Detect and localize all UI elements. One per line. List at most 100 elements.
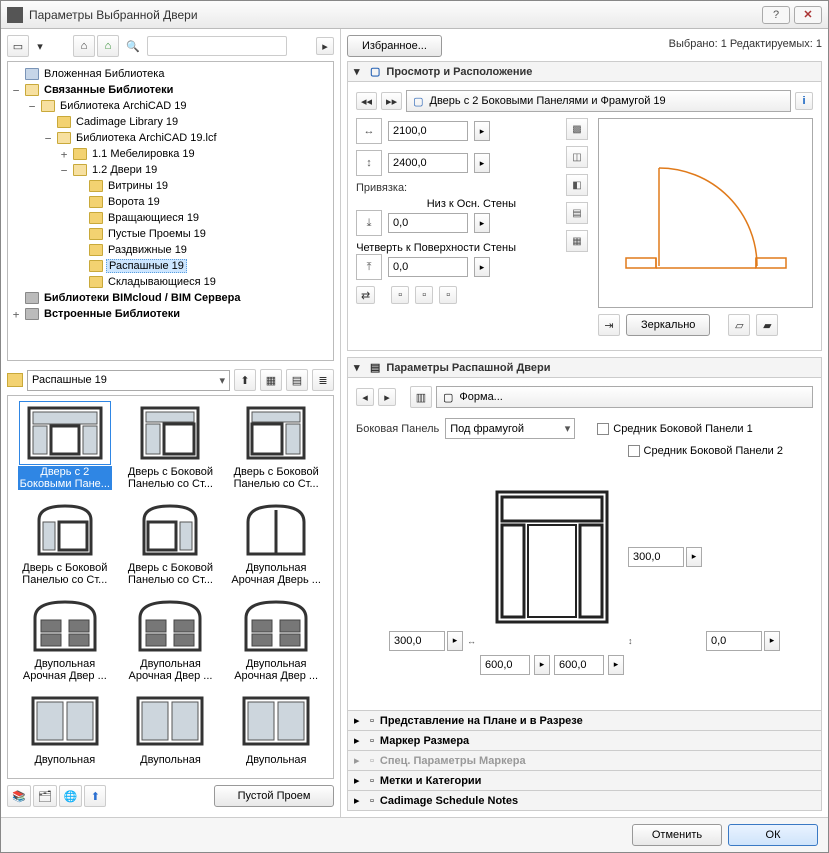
item-name-bar[interactable]: ▢ Дверь с 2 Боковыми Панелями и Фрамугой…	[406, 90, 791, 112]
side-panel-combo[interactable]: Под фрамугой	[445, 418, 575, 439]
flip-icon-1[interactable]: ⇥	[598, 314, 620, 336]
flip-icon-3[interactable]: ▰	[756, 314, 778, 336]
lib-btn-4[interactable]: ⬆	[84, 785, 106, 807]
view-large-button[interactable]: ▦	[260, 369, 282, 391]
thumbnail-item[interactable]: Дверь с 2 Боковыми Пане...	[14, 402, 116, 490]
width-input[interactable]	[388, 121, 468, 141]
search-input[interactable]	[147, 36, 287, 56]
thumbnail-item[interactable]: Дверь с Боковой Панелью со Ст...	[225, 402, 327, 490]
tree-item[interactable]: Вращающиеся 19	[10, 210, 331, 226]
lib-btn-1[interactable]: 📚	[7, 785, 31, 807]
nav-next-button[interactable]: ▸▸	[381, 92, 402, 110]
pv-mode-5[interactable]: ▦	[566, 230, 588, 252]
thumbnail-item[interactable]: Двупольная Арочная Дверь ...	[225, 498, 327, 586]
empty-opening-button[interactable]: Пустой Проем	[214, 785, 334, 807]
dim-bl-stepper[interactable]: ▸	[534, 655, 550, 675]
pv-mode-2[interactable]: ◫	[566, 146, 588, 168]
thumbnail-grid[interactable]: Дверь с 2 Боковыми Пане...Дверь с Боково…	[14, 402, 327, 766]
tree-item[interactable]: −Библиотека ArchiCAD 19	[10, 98, 331, 114]
filter-btn-2[interactable]: ⌂	[97, 35, 119, 57]
collapse-tree-button[interactable]: ▸	[316, 37, 334, 55]
reveal-input[interactable]	[388, 257, 468, 277]
tree-item[interactable]: Раздвижные 19	[10, 242, 331, 258]
dropdown-icon[interactable]: ▾	[31, 37, 49, 55]
tree-item[interactable]: Пустые Проемы 19	[10, 226, 331, 242]
tree-item[interactable]: −1.2 Двери 19	[10, 162, 331, 178]
dim-br-input[interactable]	[554, 655, 604, 675]
library-tree[interactable]: Вложенная Библиотека−Связанные Библиотек…	[7, 61, 334, 361]
section-preview-head[interactable]: ▾ ▢ Просмотр и Расположение	[347, 61, 822, 82]
cancel-button[interactable]: Отменить	[632, 824, 722, 846]
lib-btn-2[interactable]: 🗂	[33, 785, 57, 807]
tree-item[interactable]: Витрины 19	[10, 178, 331, 194]
dim-top-input[interactable]	[628, 547, 684, 567]
opt-btn-b[interactable]: ▫	[415, 286, 433, 304]
thumbnail-item[interactable]: Дверь с Боковой Панелью со Ст...	[120, 402, 222, 490]
collapsed-section-head[interactable]: ▸▫Метки и Категории	[347, 770, 822, 791]
dim-right-stepper[interactable]: ▸	[764, 631, 780, 651]
width-stepper[interactable]: ▸	[474, 121, 490, 141]
nav-prev-button[interactable]: ◂◂	[356, 92, 377, 110]
up-folder-button[interactable]: ⬆	[234, 369, 256, 391]
thumbnail-item[interactable]: Двупольная	[14, 690, 116, 766]
pv-mode-3[interactable]: ◧	[566, 174, 588, 196]
view-small-button[interactable]: ▤	[286, 369, 308, 391]
tree-item[interactable]: +1.1 Мебелировка 19	[10, 146, 331, 162]
dim-left-input[interactable]	[389, 631, 445, 651]
param-icon-btn[interactable]: ▥	[410, 386, 432, 408]
thumbnail-item[interactable]: Двупольная Арочная Двер ...	[225, 594, 327, 682]
height-stepper[interactable]: ▸	[474, 153, 490, 173]
tree-item[interactable]: Распашные 19	[10, 258, 331, 274]
close-button[interactable]: ✕	[794, 6, 822, 24]
flip-icon-2[interactable]: ▱	[728, 314, 750, 336]
reveal-stepper[interactable]: ▸	[474, 257, 490, 277]
help-button[interactable]: ?	[762, 6, 790, 24]
anchor-base-stepper[interactable]: ▸	[474, 213, 490, 233]
info-button[interactable]: i	[795, 92, 813, 110]
filter-btn-1[interactable]: ⌂	[73, 35, 95, 57]
tree-item[interactable]: Вложенная Библиотека	[10, 66, 331, 82]
lib-btn-3[interactable]: 🌐	[59, 785, 83, 807]
view-mode-button[interactable]: ▭	[7, 35, 29, 57]
thumbnail-item[interactable]: Двупольная Арочная Двер ...	[120, 594, 222, 682]
dim-left-stepper[interactable]: ▸	[447, 631, 463, 651]
section-params-head[interactable]: ▾ ▤ Параметры Распашной Двери	[347, 357, 822, 378]
pv-mode-1[interactable]: ▩	[566, 118, 588, 140]
tree-item[interactable]: −Библиотека ArchiCAD 19.lcf	[10, 130, 331, 146]
view-list-button[interactable]: ≣	[312, 369, 334, 391]
tree-item[interactable]: Cadimage Library 19	[10, 114, 331, 130]
ok-button[interactable]: ОК	[728, 824, 818, 846]
dim-top-stepper[interactable]: ▸	[686, 547, 702, 567]
anchor-base-input[interactable]	[388, 213, 468, 233]
tree-item[interactable]: −Связанные Библиотеки	[10, 82, 331, 98]
folder-combo[interactable]: Распашные 19	[27, 370, 230, 391]
thumbnail-item[interactable]: Дверь с Боковой Панелью со Ст...	[120, 498, 222, 586]
dim-right-input[interactable]	[706, 631, 762, 651]
tree-item[interactable]: Ворота 19	[10, 194, 331, 210]
collapsed-section-head[interactable]: ▸▫Представление на Плане и в Разрезе	[347, 710, 822, 731]
param-next-button[interactable]: ▸	[378, 388, 396, 406]
opt-btn-c[interactable]: ▫	[439, 286, 457, 304]
mullion1-check[interactable]: Средник Боковой Панели 1	[597, 423, 752, 435]
height-input[interactable]	[388, 153, 468, 173]
tree-twisty: −	[26, 100, 38, 113]
collapsed-section-head[interactable]: ▸▫Маркер Размера	[347, 730, 822, 751]
form-button[interactable]: ▢ Форма...	[436, 386, 813, 408]
tree-item[interactable]: Библиотеки BIMcloud / BIM Сервера	[10, 290, 331, 306]
mullion2-check[interactable]: Средник Боковой Панели 2	[628, 445, 783, 457]
tree-item[interactable]: +Встроенные Библиотеки	[10, 306, 331, 322]
pv-mode-4[interactable]: ▤	[566, 202, 588, 224]
thumbnail-item[interactable]: Дверь с Боковой Панелью со Ст...	[14, 498, 116, 586]
thumbnail-item[interactable]: Двупольная	[120, 690, 222, 766]
dim-br-stepper[interactable]: ▸	[608, 655, 624, 675]
param-prev-button[interactable]: ◂	[356, 388, 374, 406]
tree-item[interactable]: Складывающиеся 19	[10, 274, 331, 290]
favorite-button[interactable]: Избранное...	[347, 35, 442, 57]
collapsed-section-head[interactable]: ▸▫Cadimage Schedule Notes	[347, 790, 822, 811]
opt-btn-a[interactable]: ▫	[391, 286, 409, 304]
link-dim-button[interactable]: ⇄	[356, 286, 375, 304]
mirror-button[interactable]: Зеркально	[626, 314, 710, 336]
thumbnail-item[interactable]: Двупольная	[225, 690, 327, 766]
thumbnail-item[interactable]: Двупольная Арочная Двер ...	[14, 594, 116, 682]
dim-bl-input[interactable]	[480, 655, 530, 675]
